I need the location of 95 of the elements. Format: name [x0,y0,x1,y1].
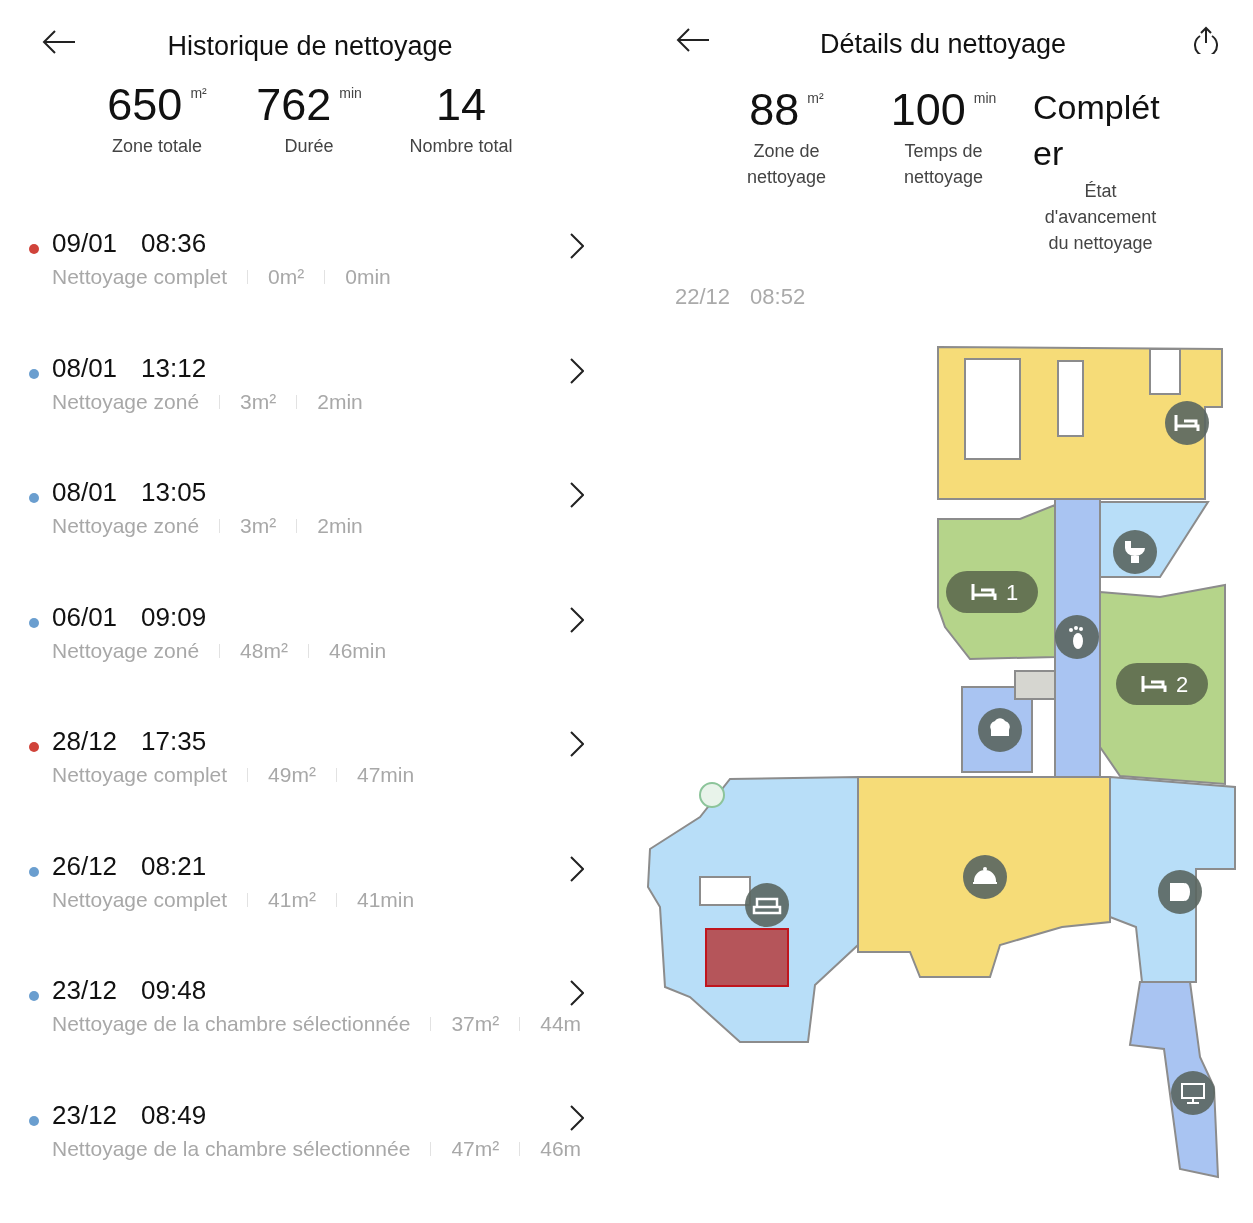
toilet-icon [1113,530,1157,574]
stat-value: 100 [890,84,966,136]
stat-label: État d'avancement du nettoyage [1043,180,1158,255]
entry-time: 09:48 [141,974,207,1006]
cleaning-time: 08:52 [750,283,806,311]
stat-value: 88 [749,84,800,136]
bed-icon [1165,401,1209,445]
entry-date: 09/01 [52,227,118,259]
entry-time: 17:35 [141,725,207,757]
history-entry[interactable]: 28/12 17:35 Nettoyage complet 49m² 47min [0,725,640,850]
entry-mode: Nettoyage complet [52,264,228,290]
entry-mode: Nettoyage zoné [52,388,200,415]
entry-area: 49m² [268,760,316,790]
entry-date: 26/12 [52,849,118,882]
stat-unit: min [973,89,997,108]
entry-time: 08:49 [141,1098,207,1131]
chevron-right-icon[interactable] [570,855,584,882]
stat-value: 762 [256,79,332,131]
history-entry[interactable]: 08/01 13:05 Nettoyage zoné 3m² 2min [0,476,640,601]
entry-area: 37m² [451,1009,500,1039]
obstacle-area [1149,348,1181,395]
entry-mode: Nettoyage zoné [52,637,200,664]
room-number: 2 [1176,672,1189,697]
history-entry[interactable]: 26/12 08:21 Nettoyage complet 41m² 41min [0,849,640,974]
share-icon[interactable] [1192,26,1220,54]
stat-value: Compléter [1033,87,1161,174]
back-icon[interactable] [42,30,76,54]
entry-area: 0m² [268,262,305,292]
entry-duration: 2min [317,513,363,539]
chevron-right-icon[interactable] [570,233,584,259]
entry-duration: 2min [317,388,363,415]
entry-date: 06/01 [52,600,118,633]
entry-time: 13:05 [141,476,207,508]
screen-title: Détails du nettoyage [818,28,1068,61]
entry-duration: 46m [540,1135,582,1162]
bed-icon [1141,674,1167,694]
history-entry[interactable]: 06/01 09:09 Nettoyage zoné 48m² 46min [0,600,640,725]
chevron-right-icon[interactable] [570,1104,584,1131]
stat-label: Temps de nettoyage [902,140,985,189]
entry-date: 28/12 [52,725,118,757]
entry-date: 23/12 [52,1098,118,1131]
stat-label: Zone de nettoyage [745,140,828,189]
chevron-right-icon[interactable] [570,482,584,508]
entry-duration: 0min [345,264,391,290]
entry-date: 08/01 [52,476,118,508]
room-number: 1 [1006,580,1019,605]
entry-duration: 44m [540,1011,582,1037]
entry-mode: Nettoyage complet [52,762,228,788]
cleaning-date: 22/12 [675,283,731,311]
entry-duration: 47min [356,762,415,788]
footprint-icon [1055,615,1099,659]
screen-title: Historique de nettoyage [166,30,454,63]
stat-unit: m² [807,89,824,108]
entry-time: 08:21 [141,849,207,882]
entry-area: 47m² [451,1133,500,1164]
entry-date: 23/12 [52,974,118,1006]
sofa-icon [745,883,789,927]
serving-bell-icon [963,855,1007,899]
history-entry[interactable]: 09/01 08:36 Nettoyage complet 0m² 0min [0,227,640,352]
stat-value: 14 [435,79,487,131]
chevron-right-icon[interactable] [570,980,584,1006]
entry-time: 08:36 [141,227,207,259]
monitor-icon [1171,1071,1215,1115]
chevron-right-icon[interactable] [570,606,584,633]
entry-duration: 46min [328,637,387,664]
obstacle-area [699,876,751,906]
entry-time: 09:09 [141,600,207,633]
entry-area: 41m² [268,884,316,915]
chef-hat-icon [978,708,1022,752]
bed-icon [971,582,997,602]
entry-time: 13:12 [141,351,207,384]
stat-label: Nombre total [409,135,513,158]
entry-mode: Nettoyage de la chambre sélectionnée [52,1135,411,1162]
history-entry[interactable]: 08/01 13:12 Nettoyage zoné 3m² 2min [0,351,640,476]
chevron-right-icon[interactable] [570,731,584,757]
entry-mode: Nettoyage de la chambre sélectionnée [52,1011,411,1037]
stat-label: Zone totale [111,135,203,158]
stat-value: 650 [107,79,183,131]
stat-unit: m² [190,84,207,103]
entry-area: 3m² [240,386,277,417]
dock-icon [699,782,725,808]
back-icon[interactable] [676,28,710,52]
history-entry[interactable]: 23/12 09:48 Nettoyage de la chambre sélectionnée 37m² 44m [0,974,640,1099]
entry-area: 48m² [240,635,288,666]
entry-duration: 41min [356,886,415,913]
room-area[interactable] [1109,775,1236,983]
stat-unit: min [339,84,362,103]
entry-mode: Nettoyage complet [52,886,228,913]
entry-area: 3m² [240,511,277,541]
room-area[interactable] [857,776,1111,978]
chevron-right-icon[interactable] [570,357,584,384]
stat-label: Durée [284,135,334,158]
entry-date: 08/01 [52,351,118,384]
entry-mode: Nettoyage zoné [52,513,200,539]
history-entry[interactable]: 23/12 08:49 Nettoyage de la chambre sélectionnée 47m² 46m [0,1098,640,1223]
